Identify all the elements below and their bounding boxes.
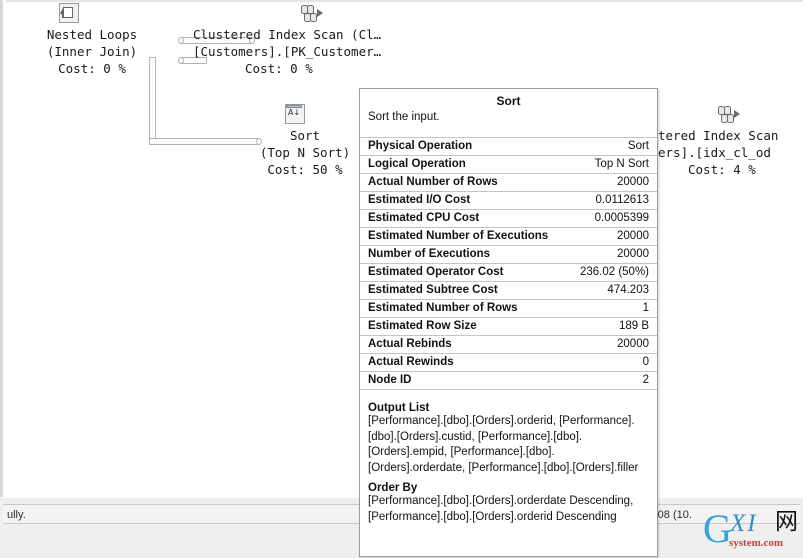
section-title: Order By (368, 482, 418, 494)
status-message: ully. (7, 509, 26, 521)
property-key: Estimated Number of Rows (368, 302, 518, 314)
table-row: Estimated Operator Cost 236.02 (50%) (360, 263, 657, 282)
table-row: Actual Rebinds 20000 (360, 335, 657, 354)
tooltip-section-order-by: Order By [Performance].[dbo].[Orders].or… (360, 482, 657, 525)
property-value: 20000 (617, 176, 649, 188)
property-key: Actual Rewinds (368, 356, 454, 368)
plan-node-label-line2: [Customers].[PK_Customer… (193, 44, 382, 59)
property-key: Actual Number of Rows (368, 176, 498, 188)
table-row: Estimated Number of Rows 1 (360, 299, 657, 318)
tooltip-properties-table: Physical Operation Sort Logical Operatio… (360, 137, 657, 390)
section-title: Output List (368, 402, 430, 414)
tooltip-section-output-list: Output List [Performance].[dbo].[Orders]… (360, 402, 657, 476)
property-value: 0 (642, 356, 649, 368)
plan-node-label-line1: Nested Loops (46, 27, 138, 42)
plan-node-label-line3: Cost: 4 % (688, 162, 756, 177)
property-value: 1 (642, 302, 649, 314)
table-row: Logical Operation Top N Sort (360, 155, 657, 174)
table-row: Physical Operation Sort (360, 137, 657, 156)
property-value: 20000 (617, 230, 649, 242)
property-key: Actual Rebinds (368, 338, 452, 350)
plan-node-label-line1: Clustered Index Scan (Cl… (193, 27, 382, 42)
operator-tooltip: Sort Sort the input. Physical Operation … (359, 88, 658, 557)
property-value: 236.02 (50%) (579, 266, 649, 278)
plan-node-label-line2: (Inner Join) (46, 44, 138, 59)
property-key: Estimated Operator Cost (368, 266, 504, 278)
tooltip-description: Sort the input. (368, 111, 440, 123)
plan-node-nested-loops[interactable]: Nested Loops (Inner Join) Cost: 0 % (3, 2, 181, 77)
table-row: Node ID 2 (360, 371, 657, 390)
property-value: Sort (627, 140, 649, 152)
property-key: Number of Executions (368, 248, 491, 260)
table-row: Estimated CPU Cost 0.0005399 (360, 209, 657, 228)
property-key: Physical Operation (368, 140, 473, 152)
property-value: Top N Sort (594, 158, 649, 170)
property-key: Estimated I/O Cost (368, 194, 471, 206)
property-value: 20000 (617, 248, 649, 260)
property-value: 474.203 (607, 284, 649, 296)
clustered-index-scan-icon (716, 103, 740, 127)
property-key: Node ID (368, 374, 412, 386)
plan-node-label-line3: Cost: 0 % (58, 61, 126, 76)
property-key: Estimated Subtree Cost (368, 284, 498, 296)
property-value: 189 B (618, 320, 649, 332)
property-key: Estimated Row Size (368, 320, 477, 332)
property-value: 20000 (617, 338, 649, 350)
property-key: Logical Operation (368, 158, 466, 170)
section-body: [Performance].[dbo].[Orders].orderdate D… (368, 495, 634, 523)
table-row: Actual Rewinds 0 (360, 353, 657, 372)
property-value: 0.0112613 (595, 194, 649, 206)
tooltip-title: Sort (496, 94, 521, 108)
property-value: 2 (642, 374, 649, 386)
table-row: Estimated Row Size 189 B (360, 317, 657, 336)
section-body: [Performance].[dbo].[Orders].orderid, [P… (368, 415, 639, 474)
table-row: Estimated Number of Executions 20000 (360, 227, 657, 246)
property-key: Estimated CPU Cost (368, 212, 480, 224)
nested-loops-icon (57, 2, 81, 26)
plan-node-label-line3: Cost: 0 % (245, 61, 313, 76)
table-row: Estimated I/O Cost 0.0112613 (360, 191, 657, 210)
table-row: Actual Number of Rows 20000 (360, 173, 657, 192)
table-row: Estimated Subtree Cost 474.203 (360, 281, 657, 300)
plan-node-label-line1: tered Index Scan (658, 128, 779, 143)
property-value: 0.0005399 (594, 212, 649, 224)
plan-node-clustered-index-scan-customers[interactable]: Clustered Index Scan (Cl… [Customers].[P… (193, 2, 393, 77)
sort-icon: A↓ (283, 103, 307, 127)
plan-node-clustered-index-scan-orders[interactable]: tered Index Scan ers].[idx_cl_od Cost: 4… (658, 103, 803, 178)
table-row: Number of Executions 20000 (360, 245, 657, 264)
clustered-index-scan-icon (299, 2, 323, 26)
property-key: Estimated Number of Executions (368, 230, 549, 242)
plan-node-label-line2: ers].[idx_cl_od (658, 145, 771, 160)
